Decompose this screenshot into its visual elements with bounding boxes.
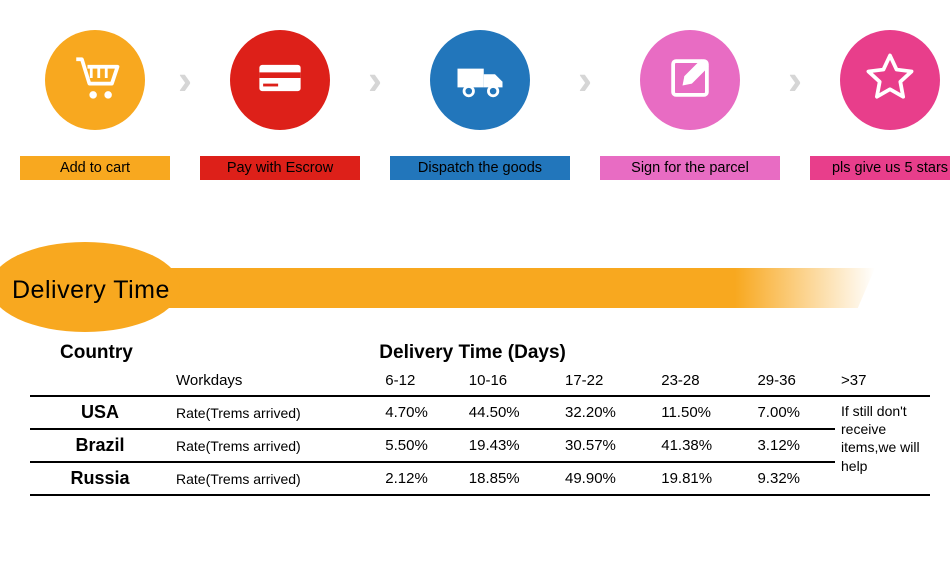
col-header: >37 xyxy=(835,366,930,396)
table-header-row: Country Delivery Time (Days) xyxy=(30,338,930,366)
step-circle xyxy=(230,30,330,130)
rate-cell: 9.32% xyxy=(751,462,835,495)
country-header: Country xyxy=(30,338,379,366)
table-row: Brazil Rate(Trems arrived) 5.50% 19.43% … xyxy=(30,429,930,462)
arrow-icon: › xyxy=(788,30,802,130)
rate-cell: 49.90% xyxy=(559,462,655,495)
table-subheader-row: Workdays 6-12 10-16 17-22 23-28 29-36 >3… xyxy=(30,366,930,396)
rate-cell: 32.20% xyxy=(559,396,655,429)
table-row: USA Rate(Trems arrived) 4.70% 44.50% 32.… xyxy=(30,396,930,429)
rate-label: Rate(Trems arrived) xyxy=(170,396,379,429)
col-header: 6-12 xyxy=(379,366,462,396)
rate-cell: 44.50% xyxy=(463,396,559,429)
rate-cell: 11.50% xyxy=(655,396,751,429)
table-row: Russia Rate(Trems arrived) 2.12% 18.85% … xyxy=(30,462,930,495)
rate-cell: 30.57% xyxy=(559,429,655,462)
step-label: Add to cart xyxy=(20,156,170,180)
country-cell: USA xyxy=(30,396,170,429)
step-label: Dispatch the goods xyxy=(390,156,570,180)
step-give-stars: pls give us 5 stars xyxy=(810,30,950,180)
arrow-icon: › xyxy=(368,30,382,130)
rate-label: Rate(Trems arrived) xyxy=(170,429,379,462)
step-circle xyxy=(840,30,940,130)
footnote: If still don't receive items,we will hel… xyxy=(835,396,930,495)
step-circle xyxy=(640,30,740,130)
cart-icon xyxy=(65,48,125,113)
arrow-icon: › xyxy=(578,30,592,130)
rate-cell: 7.00% xyxy=(751,396,835,429)
workdays-label: Workdays xyxy=(170,366,379,396)
truck-icon xyxy=(450,48,510,113)
delivery-table-wrap: Country Delivery Time (Days) Workdays 6-… xyxy=(30,338,930,496)
step-label: pls give us 5 stars xyxy=(810,156,950,180)
step-label: Pay with Escrow xyxy=(200,156,360,180)
step-pay-escrow: Pay with Escrow xyxy=(200,30,360,180)
rate-cell: 5.50% xyxy=(379,429,462,462)
step-sign-parcel: Sign for the parcel xyxy=(600,30,780,180)
rate-cell: 19.43% xyxy=(463,429,559,462)
rate-cell: 18.85% xyxy=(463,462,559,495)
step-label: Sign for the parcel xyxy=(600,156,780,180)
col-header: 17-22 xyxy=(559,366,655,396)
delivery-time-header: Delivery Time (Days) xyxy=(379,338,930,366)
col-header: 10-16 xyxy=(463,366,559,396)
rate-cell: 41.38% xyxy=(655,429,751,462)
step-circle xyxy=(45,30,145,130)
arrow-icon: › xyxy=(178,30,192,130)
rate-label: Rate(Trems arrived) xyxy=(170,462,379,495)
step-dispatch: Dispatch the goods xyxy=(390,30,570,180)
sign-icon xyxy=(660,48,720,113)
rate-cell: 4.70% xyxy=(379,396,462,429)
process-steps: Add to cart › Pay with Escrow › Dispatch… xyxy=(0,0,950,180)
col-header: 23-28 xyxy=(655,366,751,396)
country-cell: Brazil xyxy=(30,429,170,462)
delivery-time-title: Delivery Time xyxy=(12,276,170,305)
rate-cell: 2.12% xyxy=(379,462,462,495)
card-icon xyxy=(250,48,310,113)
star-icon xyxy=(860,48,920,113)
step-circle xyxy=(430,30,530,130)
delivery-table: Country Delivery Time (Days) Workdays 6-… xyxy=(30,338,930,496)
delivery-time-banner: Delivery Time xyxy=(0,250,950,330)
col-header: 29-36 xyxy=(751,366,835,396)
rate-cell: 19.81% xyxy=(655,462,751,495)
rate-cell: 3.12% xyxy=(751,429,835,462)
country-cell: Russia xyxy=(30,462,170,495)
step-add-to-cart: Add to cart xyxy=(20,30,170,180)
